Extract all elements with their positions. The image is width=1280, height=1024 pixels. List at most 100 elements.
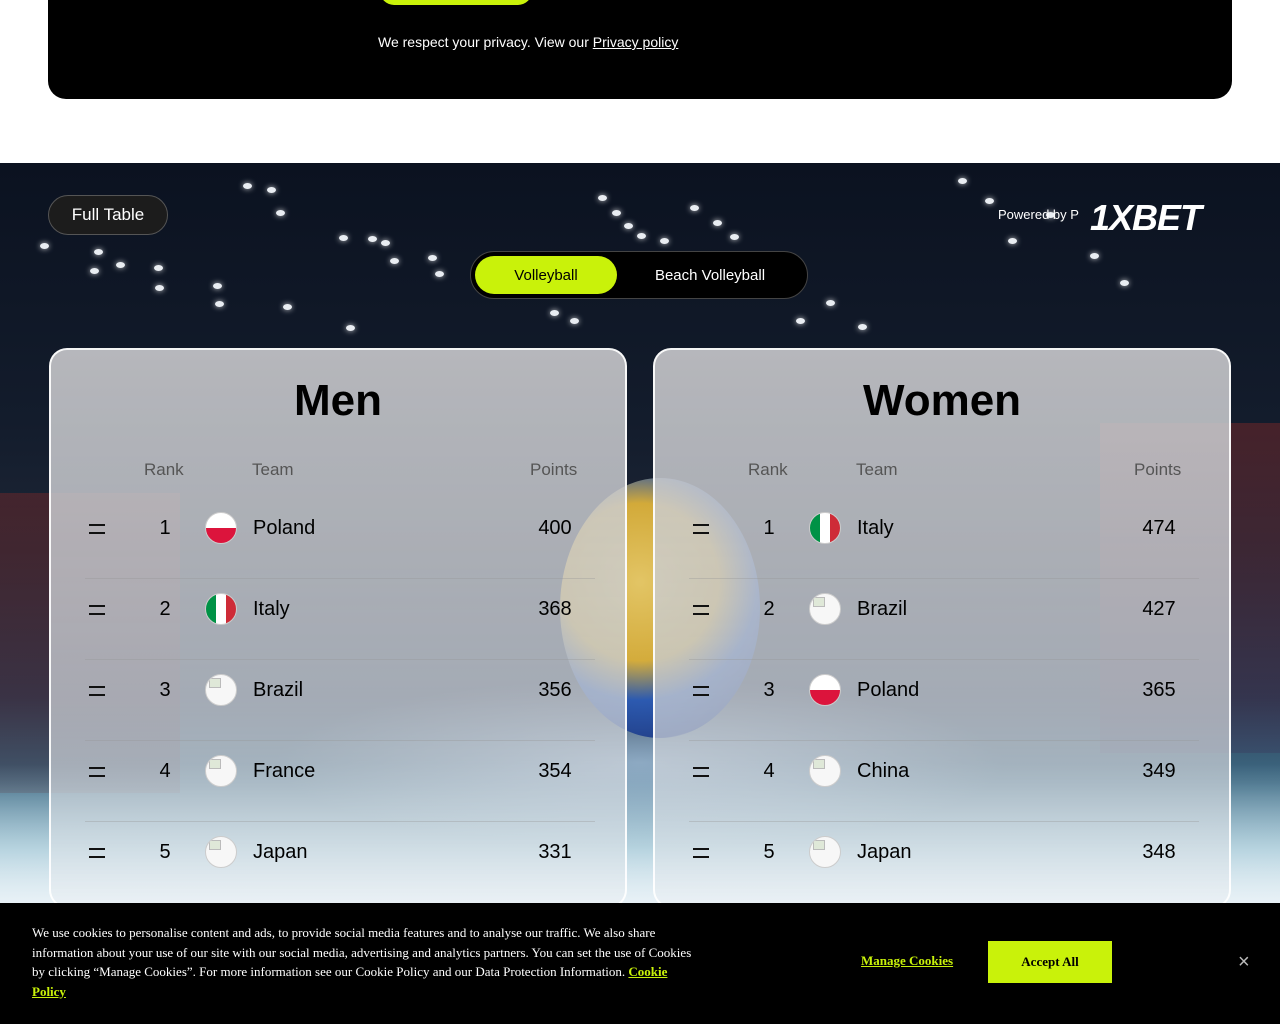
stadium-light — [570, 318, 579, 324]
accept-all-button[interactable]: Accept All — [988, 941, 1112, 983]
team-name: Poland — [857, 679, 920, 701]
points-value: 356 — [538, 679, 572, 701]
team-name: Brazil — [253, 679, 304, 701]
team-name: Italy — [857, 517, 894, 539]
points-value: 427 — [1142, 598, 1176, 620]
stadium-light — [428, 255, 437, 261]
team-name: Poland — [253, 517, 316, 539]
table-row[interactable]: 5 Japan 348 — [689, 822, 1199, 903]
points-value: 365 — [1142, 679, 1176, 701]
stadium-light — [390, 258, 399, 264]
points-value: 368 — [538, 598, 572, 620]
rank-value: 2 — [159, 598, 171, 620]
stadium-light — [713, 220, 722, 226]
table-row[interactable]: 2 Brazil 427 — [689, 579, 1199, 660]
broken-flag-image — [205, 755, 237, 787]
table-row[interactable]: 2 Italy 368 — [85, 579, 595, 660]
table-row[interactable]: 1 Italy 474 — [689, 498, 1199, 579]
stadium-light — [858, 324, 867, 330]
stadium-light — [276, 210, 285, 216]
table-row[interactable]: 3 Brazil 356 — [85, 660, 595, 741]
table-row[interactable]: 5 Japan 331 — [85, 822, 595, 903]
rank-value: 5 — [763, 841, 775, 863]
no-change-icon — [89, 524, 105, 534]
stadium-light — [690, 205, 699, 211]
broken-flag-image — [809, 836, 841, 868]
team-name: Japan — [857, 841, 912, 863]
stadium-light — [116, 262, 125, 268]
poland-flag-icon — [809, 674, 841, 706]
points-value: 354 — [538, 760, 572, 782]
stadium-light — [368, 236, 377, 242]
close-icon[interactable]: × — [1238, 951, 1250, 974]
no-change-icon — [693, 767, 709, 777]
no-change-icon — [89, 767, 105, 777]
stadium-light — [637, 233, 646, 239]
points-value: 474 — [1142, 517, 1176, 539]
cookie-banner: We use cookies to personalise content an… — [0, 903, 1280, 1024]
rankings-section: Full Table Powered by P 1XBET Volleyball… — [0, 163, 1280, 1024]
no-change-icon — [693, 605, 709, 615]
rank-value: 2 — [763, 598, 775, 620]
men-table-header: Rank Team Points — [51, 460, 625, 480]
cookie-message: We use cookies to personalise content an… — [32, 925, 692, 980]
team-name: France — [253, 760, 316, 782]
table-row[interactable]: 4 China 349 — [689, 741, 1199, 822]
tab-beach-volleyball[interactable]: Beach Volleyball — [617, 256, 803, 294]
team-name: Italy — [253, 598, 290, 620]
broken-flag-image — [809, 755, 841, 787]
rank-value: 1 — [159, 517, 171, 539]
stadium-light — [958, 178, 967, 184]
italy-flag-icon — [205, 593, 237, 625]
stadium-light — [339, 235, 348, 241]
stadium-light — [213, 283, 222, 289]
stadium-light — [243, 183, 252, 189]
points-value: 331 — [538, 841, 572, 863]
stadium-light — [215, 301, 224, 307]
manage-cookies-button[interactable]: Manage Cookies — [861, 953, 953, 969]
rank-value: 4 — [159, 760, 171, 782]
no-change-icon — [693, 686, 709, 696]
table-row[interactable]: 1 Poland 400 — [85, 498, 595, 579]
stadium-light — [660, 238, 669, 244]
subscribe-button[interactable] — [380, 0, 532, 5]
team-name: Japan — [253, 841, 308, 863]
stadium-light — [346, 325, 355, 331]
stadium-light — [283, 304, 292, 310]
points-header: Points — [1134, 460, 1182, 479]
table-row[interactable]: 3 Poland 365 — [689, 660, 1199, 741]
team-name: China — [857, 760, 910, 782]
privacy-policy-link[interactable]: Privacy policy — [593, 34, 679, 50]
points-value: 348 — [1142, 841, 1176, 863]
table-row[interactable]: 4 France 354 — [85, 741, 595, 822]
newsletter-banner: We respect your privacy. View our Privac… — [48, 0, 1232, 99]
stadium-light — [796, 318, 805, 324]
poland-flag-icon — [205, 512, 237, 544]
stadium-light — [985, 198, 994, 204]
broken-flag-image — [809, 593, 841, 625]
stadium-light — [1120, 280, 1129, 286]
full-table-button[interactable]: Full Table — [48, 195, 168, 235]
sponsor-logo[interactable]: 1XBET — [1090, 197, 1202, 239]
broken-flag-image — [205, 674, 237, 706]
rank-value: 3 — [159, 679, 171, 701]
no-change-icon — [89, 686, 105, 696]
stadium-light — [550, 310, 559, 316]
stadium-light — [435, 271, 444, 277]
rank-value: 4 — [763, 760, 775, 782]
rank-value: 1 — [763, 517, 775, 539]
women-table-header: Rank Team Points — [655, 460, 1229, 480]
privacy-notice: We respect your privacy. View our Privac… — [378, 34, 678, 50]
stadium-light — [1090, 253, 1099, 259]
men-ranking-card: Men Rank Team Points 1 Poland 400 2 Italy 368… — [49, 348, 627, 908]
page: We respect your privacy. View our Privac… — [0, 0, 1280, 1024]
team-header: Team — [252, 460, 294, 479]
no-change-icon — [89, 848, 105, 858]
rank-value: 5 — [159, 841, 171, 863]
tab-volleyball[interactable]: Volleyball — [475, 256, 617, 294]
stadium-light — [94, 249, 103, 255]
cookie-text: We use cookies to personalise content an… — [32, 923, 696, 1001]
rank-header: Rank — [748, 460, 788, 479]
men-title: Men — [294, 376, 382, 425]
team-name: Brazil — [857, 598, 908, 620]
